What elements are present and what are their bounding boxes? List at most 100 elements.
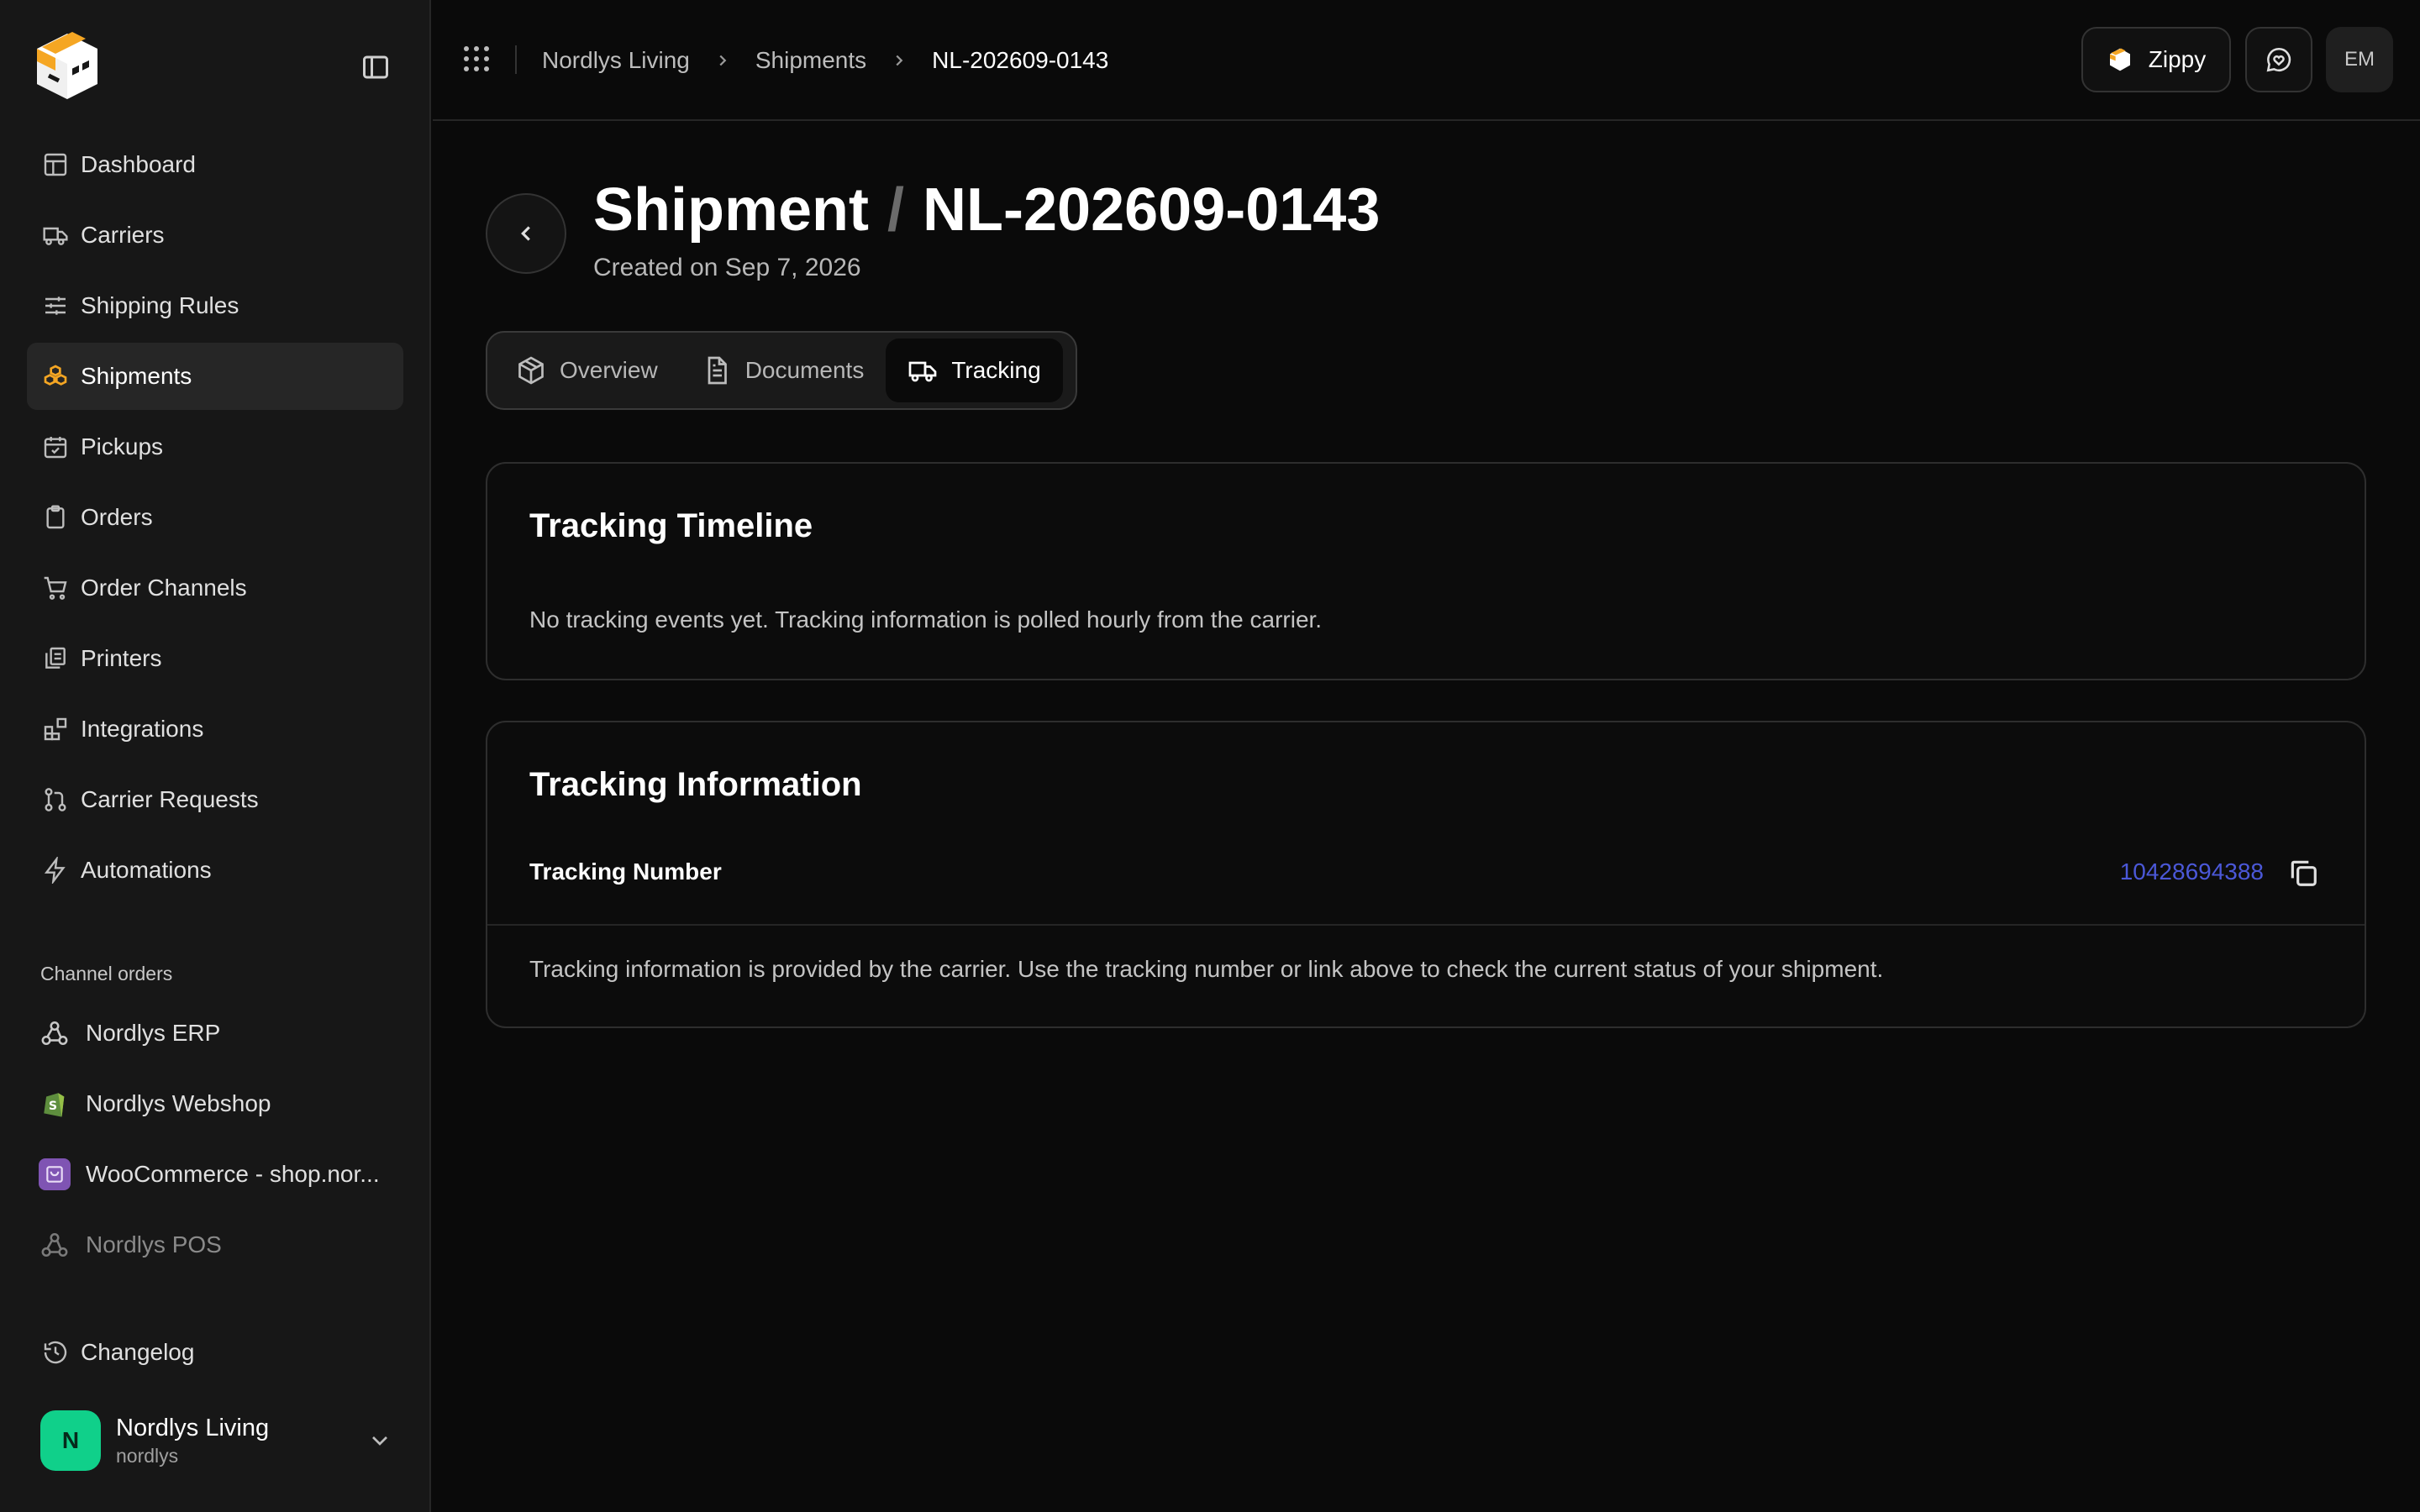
breadcrumb-current: NL-202609-0143 [932, 47, 1109, 73]
zippy-label: Zippy [2148, 46, 2207, 72]
back-button[interactable] [486, 193, 566, 274]
chevron-right-icon [896, 55, 903, 66]
nav-item-orders[interactable]: Orders [27, 484, 403, 551]
nav-item-printers[interactable]: Printers [27, 625, 403, 692]
nav-label: Shipping Rules [81, 292, 239, 318]
channel-label: Nordlys ERP [86, 1020, 221, 1046]
shopify-icon: S [39, 1088, 71, 1120]
channel-orders-heading: Channel orders [40, 963, 173, 984]
channel-label: WooCommerce - shop.nor... [86, 1161, 380, 1187]
tracking-note: Tracking information is provided by the … [529, 956, 1884, 982]
breadcrumb-item[interactable]: Nordlys Living [542, 47, 690, 74]
chat-heart-icon [2266, 47, 2291, 72]
tab-tracking[interactable]: Tracking [886, 339, 1063, 402]
nav-label: Changelog [81, 1339, 195, 1365]
copy-icon[interactable] [2287, 857, 2319, 889]
avatar: N [40, 1410, 101, 1471]
bolt-icon [44, 857, 66, 884]
nav-item-changelog[interactable]: Changelog [27, 1319, 403, 1386]
nav-item-pickups[interactable]: Pickups [27, 413, 403, 480]
tab-overview[interactable]: Overview [494, 339, 680, 402]
truck-icon [43, 227, 68, 245]
nav-item-shipping-rules[interactable]: Shipping Rules [27, 272, 403, 339]
account-slug: nordlys [116, 1445, 179, 1467]
top-bar: Nordlys Living Shipments NL-202609-0143 … [433, 0, 2420, 121]
nav-label: Pickups [81, 433, 164, 459]
dashboard-icon [44, 153, 67, 176]
divider [487, 924, 2365, 926]
created-date: Created on Sep 7, 2026 [593, 254, 861, 281]
sidebar-toggle-icon[interactable] [360, 52, 392, 82]
nav-item-automations[interactable]: Automations [27, 837, 403, 904]
page-title-label: Shipment [593, 176, 870, 244]
blocks-icon [44, 717, 67, 741]
changelog-section: Changelog [27, 1319, 403, 1389]
nav-label: Order Channels [81, 575, 247, 601]
shipment-id: NL-202609-0143 [923, 176, 1381, 244]
divider [515, 45, 517, 74]
nav-label: Carrier Requests [81, 786, 259, 812]
channel-item-nordlys-erp[interactable]: Nordlys ERP [27, 1000, 403, 1067]
chevron-down-icon [372, 1436, 387, 1446]
tab-documents[interactable]: Documents [680, 339, 886, 402]
account-switcher[interactable]: N Nordlys Living nordlys [40, 1410, 393, 1472]
clipboard-icon [46, 505, 65, 529]
empty-state-text: No tracking events yet. Tracking informa… [529, 606, 1323, 633]
tab-bar: Overview Documents Tracking [486, 331, 1077, 410]
nav-item-shipments[interactable]: Shipments [27, 343, 403, 410]
cart-icon [44, 576, 67, 600]
svg-text:S: S [49, 1100, 57, 1113]
document-icon [708, 356, 727, 385]
channel-list: Nordlys ERP S Nordlys Webshop WooCommerc… [27, 1000, 403, 1282]
app-logo[interactable] [30, 29, 104, 104]
tracking-number-label: Tracking Number [529, 858, 722, 885]
nav-label: Carriers [81, 222, 165, 248]
title-separator: / [887, 176, 905, 244]
zippy-button[interactable]: Zippy [2081, 27, 2231, 92]
webhook-icon [39, 1017, 71, 1049]
card-title: Tracking Timeline [529, 507, 813, 544]
webhook-icon [39, 1229, 71, 1261]
card-title: Tracking Information [529, 766, 862, 803]
page-title: Shipment / NL-202609-0143 [593, 173, 1380, 247]
main-nav: Dashboard Carriers Shipping Rules Shipme… [27, 131, 403, 907]
boxes-icon [44, 365, 67, 386]
channel-item-woocommerce[interactable]: WooCommerce - shop.nor... [27, 1141, 403, 1208]
nav-label: Dashboard [81, 151, 196, 177]
apps-grid-icon[interactable] [461, 44, 492, 74]
support-chat-button[interactable] [2245, 27, 2312, 92]
breadcrumb-item[interactable]: Shipments [755, 47, 866, 74]
package-icon [518, 356, 544, 385]
channel-label: Nordlys Webshop [86, 1090, 271, 1116]
channel-item-nordlys-pos[interactable]: Nordlys POS [27, 1211, 403, 1278]
nav-item-order-channels[interactable]: Order Channels [27, 554, 403, 622]
nav-item-dashboard[interactable]: Dashboard [27, 131, 403, 198]
nav-item-carrier-requests[interactable]: Carrier Requests [27, 766, 403, 833]
user-avatar-button[interactable]: EM [2326, 27, 2393, 92]
nav-item-integrations[interactable]: Integrations [27, 696, 403, 763]
nav-label: Integrations [81, 716, 204, 742]
sidebar: Dashboard Carriers Shipping Rules Shipme… [0, 0, 431, 1512]
truck-icon [908, 361, 937, 382]
printer-icon [45, 647, 66, 669]
chevron-right-icon [719, 55, 727, 66]
channel-item-nordlys-webshop[interactable]: S Nordlys Webshop [27, 1070, 403, 1137]
nav-label: Automations [81, 857, 212, 883]
sliders-icon [45, 297, 66, 315]
nav-item-carriers[interactable]: Carriers [27, 202, 403, 269]
breadcrumb: Nordlys Living Shipments NL-202609-0143 [542, 44, 1108, 77]
tracking-timeline-card: Tracking Timeline No tracking events yet… [486, 462, 2366, 680]
chevron-left-icon [521, 226, 530, 241]
calendar-check-icon [44, 437, 67, 459]
tab-label: Tracking [951, 357, 1041, 383]
tracking-number-link[interactable]: 10428694388 [2120, 858, 2264, 885]
zippy-logo-icon [2109, 48, 2130, 71]
git-pull-icon [45, 788, 66, 811]
tracking-info-card: Tracking Information Tracking Number 104… [486, 721, 2366, 1028]
tab-label: Overview [560, 357, 658, 383]
nav-label: Orders [81, 504, 153, 530]
tab-label: Documents [744, 357, 865, 383]
woocommerce-icon [39, 1158, 71, 1190]
history-icon [44, 1341, 67, 1364]
account-name: Nordlys Living [116, 1415, 270, 1441]
